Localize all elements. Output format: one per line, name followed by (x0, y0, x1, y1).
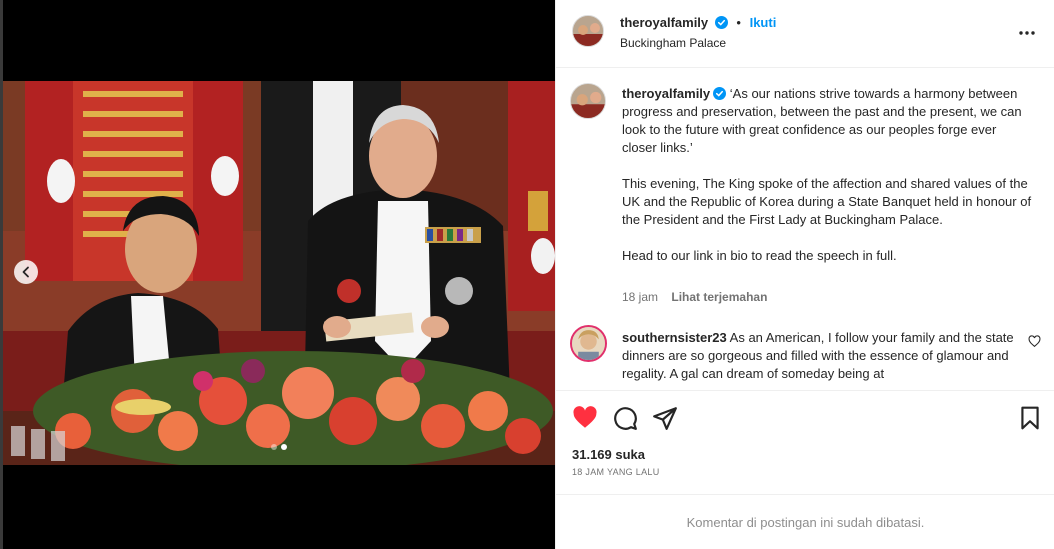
see-translation-link[interactable]: Lihat terjemahan (671, 290, 767, 304)
heart-filled-icon[interactable] (572, 405, 598, 431)
caption-paragraph: This evening, The King spoke of the affe… (622, 176, 1032, 227)
comment-item: southernsister23 As an American, I follo… (622, 329, 1022, 383)
comments-disabled-notice: Komentar di postingan ini sudah dibatasi… (556, 494, 1054, 549)
comment-icon[interactable] (612, 405, 638, 431)
caption-meta: 18 jam Lihat terjemahan (622, 290, 767, 304)
caption-username[interactable]: theroyalfamily (622, 86, 710, 101)
caption-time[interactable]: 18 jam (622, 290, 658, 304)
comment-like-icon[interactable] (1028, 335, 1041, 348)
post-header: theroyalfamily • Ikuti Buckingham Palace (556, 0, 1054, 68)
bookmark-icon[interactable] (1017, 405, 1043, 431)
header-separator: • (736, 15, 741, 30)
post-location[interactable]: Buckingham Palace (620, 36, 726, 50)
verified-badge-icon (713, 87, 727, 100)
post-timestamp[interactable]: 18 JAM YANG LALU (572, 467, 660, 477)
verified-badge-icon (714, 16, 728, 29)
carousel-prev-button[interactable] (14, 260, 38, 284)
caption-paragraph: theroyalfamily ‘As our nations strive to… (622, 85, 1032, 157)
carousel-dot-active (281, 444, 287, 450)
carousel-dot (271, 444, 277, 450)
like-count[interactable]: 31.169 suka (572, 447, 645, 462)
caption-paragraph: Head to our link in bio to read the spee… (622, 248, 897, 263)
header-name-row: theroyalfamily • Ikuti (620, 15, 776, 30)
commenter-avatar[interactable] (570, 325, 607, 362)
more-options-icon[interactable] (1017, 24, 1037, 42)
follow-button[interactable]: Ikuti (750, 15, 777, 30)
action-bar: 31.169 suka 18 JAM YANG LALU (556, 390, 1054, 494)
share-icon[interactable] (652, 405, 678, 431)
author-username[interactable]: theroyalfamily (620, 15, 708, 30)
caption-author-avatar[interactable] (570, 83, 606, 119)
commenter-username[interactable]: southernsister23 (622, 330, 727, 345)
carousel-indicator (3, 444, 555, 450)
post-photo[interactable] (3, 81, 555, 465)
post-sidebar: theroyalfamily • Ikuti Buckingham Palace (555, 0, 1054, 549)
chevron-left-icon (22, 266, 29, 278)
post-caption: theroyalfamily ‘As our nations strive to… (622, 85, 1032, 283)
comments-section: theroyalfamily ‘As our nations strive to… (556, 69, 1054, 389)
author-avatar[interactable] (572, 15, 604, 47)
media-pane (3, 0, 555, 549)
